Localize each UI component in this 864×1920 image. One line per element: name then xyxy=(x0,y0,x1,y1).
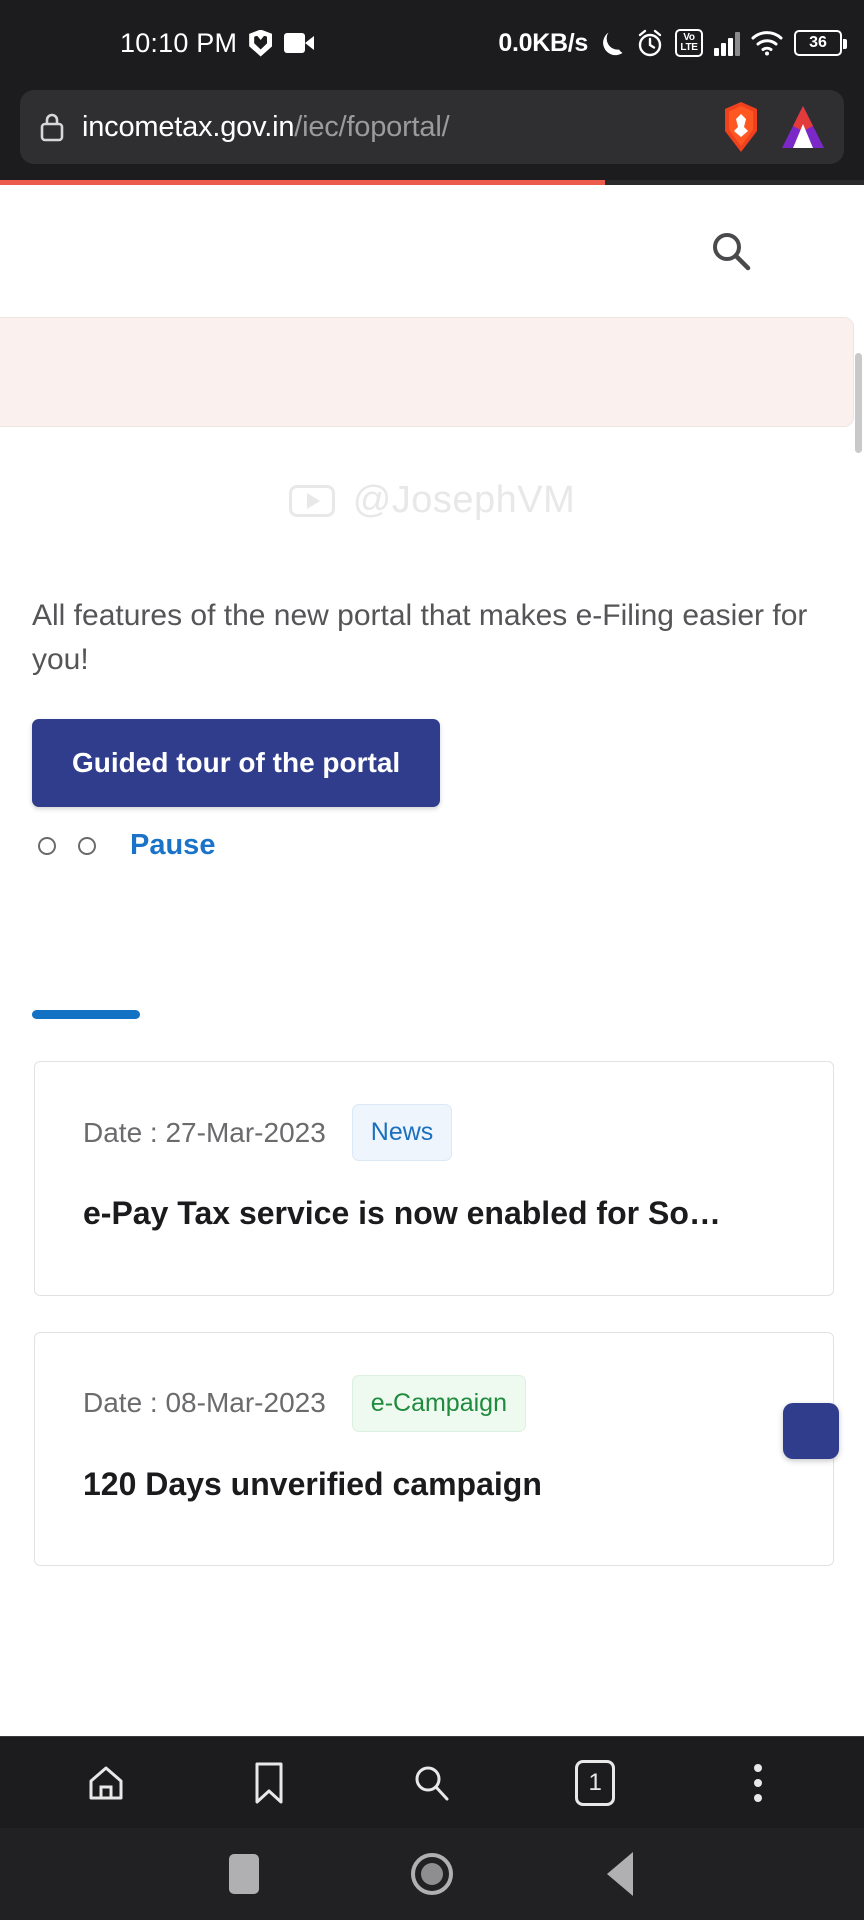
site-header xyxy=(0,185,864,317)
news-card-date: Date : 27-Mar-2023 xyxy=(83,1116,326,1148)
network-speed-label: 0.0KB/s xyxy=(498,28,588,57)
page-scrollbar[interactable] xyxy=(855,353,862,453)
screen-recorder-icon xyxy=(284,33,315,53)
recents-square-icon[interactable] xyxy=(209,1839,279,1909)
url-path: /iec/foportal/ xyxy=(294,110,450,143)
search-icon[interactable] xyxy=(397,1753,467,1813)
carousel-dot-2[interactable] xyxy=(78,836,96,855)
volte-icon: Vo LTE xyxy=(675,29,703,57)
url-bar-container: incometax.gov.in/iec/foportal/ xyxy=(0,86,864,180)
watermark: @JosephVM xyxy=(0,479,864,522)
webview: @JosephVM All features of the new portal… xyxy=(0,180,864,1736)
browser-bottom-nav: 1 xyxy=(0,1736,864,1828)
brave-lion-icon[interactable] xyxy=(718,101,764,153)
page-content: @JosephVM All features of the new portal… xyxy=(0,185,864,1736)
status-clock: 10:10 PM xyxy=(120,27,238,58)
carousel-pause-button[interactable]: Pause xyxy=(130,829,215,862)
kebab-menu-icon[interactable] xyxy=(723,1753,793,1813)
url-bar[interactable]: incometax.gov.in/iec/foportal/ xyxy=(20,90,844,164)
news-card-header: Date : 27-Mar-2023 News xyxy=(83,1104,785,1161)
status-bar-left: 10:10 PM xyxy=(120,27,315,59)
section-tab-indicator xyxy=(32,1010,140,1019)
watermark-handle: @JosephVM xyxy=(352,479,576,521)
promo-banner xyxy=(0,317,854,427)
carousel-dot-1[interactable] xyxy=(38,836,56,855)
status-bar: 10:10 PM 0.0KB/s Vo LTE 36 xyxy=(0,0,864,86)
guided-tour-button[interactable]: Guided tour of the portal xyxy=(32,719,441,807)
status-badge: News xyxy=(351,1104,453,1161)
url-text[interactable]: incometax.gov.in/iec/foportal/ xyxy=(82,111,702,144)
news-card-title: e-Pay Tax service is now enabled for So… xyxy=(83,1195,721,1231)
carousel-controls: Pause xyxy=(38,829,864,862)
back-triangle-icon[interactable] xyxy=(585,1839,655,1909)
bookmark-icon[interactable] xyxy=(234,1753,304,1813)
status-bar-right: 0.0KB/s Vo LTE 36 xyxy=(498,28,847,58)
floating-action-button[interactable] xyxy=(783,1402,839,1459)
android-navigation-bar xyxy=(0,1828,864,1920)
hero-description: All features of the new portal that make… xyxy=(32,599,808,676)
news-card[interactable]: Date : 08-Mar-2023 e-Campaign 120 Days u… xyxy=(34,1331,839,1567)
alarm-icon xyxy=(636,28,664,58)
play-button-icon xyxy=(288,484,335,517)
wifi-icon xyxy=(751,30,783,56)
news-card-title: 120 Days unverified campaign xyxy=(83,1465,542,1502)
bat-triangle-icon[interactable] xyxy=(780,104,826,150)
volte-bottom-text: LTE xyxy=(680,42,698,53)
moon-icon xyxy=(599,29,625,57)
home-circle-icon[interactable] xyxy=(397,1839,467,1909)
news-card[interactable]: Date : 27-Mar-2023 News e-Pay Tax servic… xyxy=(34,1061,834,1296)
battery-level-label: 36 xyxy=(809,34,827,51)
brave-shield-icon xyxy=(249,29,273,57)
phone-screen: 10:10 PM 0.0KB/s Vo LTE 36 incometax.gov… xyxy=(0,0,864,1920)
tab-count-label: 1 xyxy=(575,1759,616,1806)
home-icon[interactable] xyxy=(71,1753,141,1813)
lock-icon xyxy=(38,111,66,143)
news-card-header: Date : 08-Mar-2023 e-Campaign xyxy=(83,1374,785,1432)
battery-icon: 36 xyxy=(794,30,847,56)
url-domain: incometax.gov.in xyxy=(82,110,295,143)
news-card-date: Date : 08-Mar-2023 xyxy=(83,1387,326,1419)
tab-switcher-button[interactable]: 1 xyxy=(560,1753,630,1813)
news-card-list: Date : 27-Mar-2023 News e-Pay Tax servic… xyxy=(34,1061,839,1567)
signal-icon xyxy=(714,30,740,56)
status-badge: e-Campaign xyxy=(351,1374,526,1432)
search-icon[interactable] xyxy=(708,228,754,274)
